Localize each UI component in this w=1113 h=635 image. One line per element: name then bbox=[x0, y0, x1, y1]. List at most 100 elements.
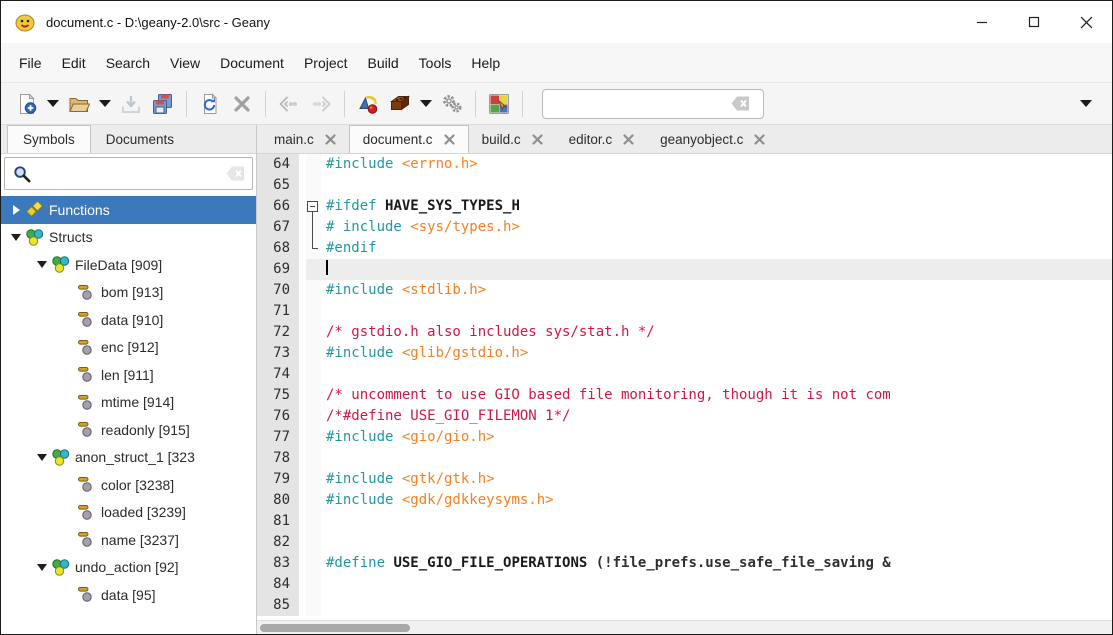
save-all-icon bbox=[152, 93, 174, 115]
expander-expanded-icon[interactable] bbox=[37, 454, 47, 461]
tree-item-color-3238[interactable]: color [3238] bbox=[1, 471, 256, 499]
code-line-71[interactable]: 71 bbox=[257, 301, 1112, 322]
code-line-76[interactable]: 76/*#define USE_GIO_FILEMON 1*/ bbox=[257, 406, 1112, 427]
save-file-button[interactable] bbox=[115, 88, 147, 120]
expander-expanded-icon[interactable] bbox=[37, 261, 47, 268]
editor-tab-build-c[interactable]: build.c bbox=[469, 125, 556, 153]
editor-tab-editor-c[interactable]: editor.c bbox=[556, 125, 648, 153]
menu-document[interactable]: Document bbox=[210, 50, 294, 76]
minimize-button[interactable] bbox=[956, 1, 1008, 43]
code-line-81[interactable]: 81 bbox=[257, 511, 1112, 532]
code-line-64[interactable]: 64#include <errno.h> bbox=[257, 154, 1112, 175]
open-file-dropdown[interactable] bbox=[95, 88, 115, 120]
code-line-68[interactable]: 68#endif bbox=[257, 238, 1112, 259]
tree-item-data-910[interactable]: data [910] bbox=[1, 306, 256, 334]
run-button[interactable] bbox=[436, 88, 468, 120]
line-number: 80 bbox=[257, 490, 299, 511]
close-file-button[interactable] bbox=[226, 88, 258, 120]
tab-close-icon[interactable] bbox=[532, 134, 543, 145]
clear-symbol-search-icon[interactable] bbox=[225, 165, 246, 182]
editor-tab-document-c[interactable]: document.c bbox=[349, 125, 469, 153]
sidebar-tab-documents[interactable]: Documents bbox=[91, 125, 189, 153]
code-line-67[interactable]: 67# include <sys/types.h> bbox=[257, 217, 1112, 238]
code-line-83[interactable]: 83#define USE_GIO_FILE_OPERATIONS (!file… bbox=[257, 553, 1112, 574]
tree-item-readonly-915[interactable]: readonly [915] bbox=[1, 416, 256, 444]
symbol-search-input[interactable] bbox=[36, 166, 225, 182]
code-line-75[interactable]: 75/* uncomment to use GIO based file mon… bbox=[257, 385, 1112, 406]
code-line-66[interactable]: 66#ifdef HAVE_SYS_TYPES_H bbox=[257, 196, 1112, 217]
code-line-82[interactable]: 82 bbox=[257, 532, 1112, 553]
menu-tools[interactable]: Tools bbox=[409, 50, 462, 76]
horizontal-scrollbar-thumb[interactable] bbox=[260, 624, 410, 632]
navigate-back-button[interactable] bbox=[273, 88, 305, 120]
tree-item-bom-913[interactable]: bom [913] bbox=[1, 279, 256, 307]
navigate-forward-button[interactable] bbox=[305, 88, 337, 120]
code-line-84[interactable]: 84 bbox=[257, 574, 1112, 595]
code-line-78[interactable]: 78 bbox=[257, 448, 1112, 469]
code-line-69[interactable]: 69 bbox=[257, 259, 1112, 280]
menu-view[interactable]: View bbox=[160, 50, 210, 76]
tree-item-loaded-3239[interactable]: loaded [3239] bbox=[1, 499, 256, 527]
code-line-85[interactable]: 85 bbox=[257, 595, 1112, 616]
fold-margin[interactable] bbox=[306, 196, 321, 217]
tree-item-data-95[interactable]: data [95] bbox=[1, 581, 256, 609]
search-input[interactable] bbox=[549, 96, 730, 112]
tree-item-label: readonly [915] bbox=[101, 422, 190, 438]
tree-item-name-3237[interactable]: name [3237] bbox=[1, 526, 256, 554]
line-number: 81 bbox=[257, 511, 299, 532]
tree-item-functions[interactable]: Functions bbox=[1, 196, 256, 224]
tree-item-mtime-914[interactable]: mtime [914] bbox=[1, 389, 256, 417]
tab-close-icon[interactable] bbox=[444, 134, 455, 145]
tree-item-undo-action-92[interactable]: undo_action [92] bbox=[1, 554, 256, 582]
menu-edit[interactable]: Edit bbox=[52, 50, 96, 76]
code-line-77[interactable]: 77#include <gio/gio.h> bbox=[257, 427, 1112, 448]
open-file-button[interactable] bbox=[63, 88, 95, 120]
editor-tab-geanyobject-c[interactable]: geanyobject.c bbox=[647, 125, 778, 153]
menu-project[interactable]: Project bbox=[294, 50, 358, 76]
menu-help[interactable]: Help bbox=[461, 50, 510, 76]
save-all-button[interactable] bbox=[147, 88, 179, 120]
code-line-65[interactable]: 65 bbox=[257, 175, 1112, 196]
code-view[interactable]: 64#include <errno.h>6566#ifdef HAVE_SYS_… bbox=[257, 154, 1112, 620]
tree-item-filedata-909[interactable]: FileData [909] bbox=[1, 251, 256, 279]
menu-build[interactable]: Build bbox=[358, 50, 409, 76]
build-button[interactable] bbox=[384, 88, 416, 120]
code-line-70[interactable]: 70#include <stdlib.h> bbox=[257, 280, 1112, 301]
member-icon bbox=[77, 365, 96, 384]
tree-item-len-911[interactable]: len [911] bbox=[1, 361, 256, 389]
code-line-80[interactable]: 80#include <gdk/gdkkeysyms.h> bbox=[257, 490, 1112, 511]
expander-expanded-icon[interactable] bbox=[11, 234, 21, 241]
tree-item-anon-struct-1-323[interactable]: anon_struct_1 [323 bbox=[1, 444, 256, 472]
code-line-73[interactable]: 73#include <glib/gstdio.h> bbox=[257, 343, 1112, 364]
horizontal-scrollbar[interactable] bbox=[257, 620, 1112, 634]
code-line-72[interactable]: 72/* gstdio.h also includes sys/stat.h *… bbox=[257, 322, 1112, 343]
tree-item-enc-912[interactable]: enc [912] bbox=[1, 334, 256, 362]
expander-expanded-icon[interactable] bbox=[37, 564, 47, 571]
tab-close-icon[interactable] bbox=[623, 134, 634, 145]
tab-close-icon[interactable] bbox=[754, 134, 765, 145]
maximize-button[interactable] bbox=[1008, 1, 1060, 43]
color-chooser-button[interactable] bbox=[483, 88, 515, 120]
toolbar-separator bbox=[344, 91, 345, 117]
compile-button[interactable] bbox=[352, 88, 384, 120]
struct-icon bbox=[25, 228, 44, 247]
line-number: 65 bbox=[257, 175, 299, 196]
tree-item-structs[interactable]: Structs bbox=[1, 224, 256, 252]
revert-file-button[interactable] bbox=[194, 88, 226, 120]
clear-search-icon[interactable] bbox=[730, 95, 751, 112]
sidebar-tab-symbols[interactable]: Symbols bbox=[7, 125, 91, 153]
new-document-dropdown[interactable] bbox=[43, 88, 63, 120]
new-document-button[interactable] bbox=[11, 88, 43, 120]
code-line-74[interactable]: 74 bbox=[257, 364, 1112, 385]
toolbar-overflow-dropdown[interactable] bbox=[1076, 88, 1096, 120]
close-button[interactable] bbox=[1060, 1, 1112, 43]
expander-collapsed-icon[interactable] bbox=[13, 205, 20, 215]
functions-icon bbox=[25, 200, 44, 219]
editor-tab-main-c[interactable]: main.c bbox=[261, 125, 349, 153]
menu-search[interactable]: Search bbox=[96, 50, 160, 76]
menu-file[interactable]: File bbox=[9, 50, 52, 76]
code-line-79[interactable]: 79#include <gtk/gtk.h> bbox=[257, 469, 1112, 490]
build-dropdown[interactable] bbox=[416, 88, 436, 120]
fold-collapse-icon[interactable] bbox=[307, 201, 318, 212]
tab-close-icon[interactable] bbox=[325, 134, 336, 145]
